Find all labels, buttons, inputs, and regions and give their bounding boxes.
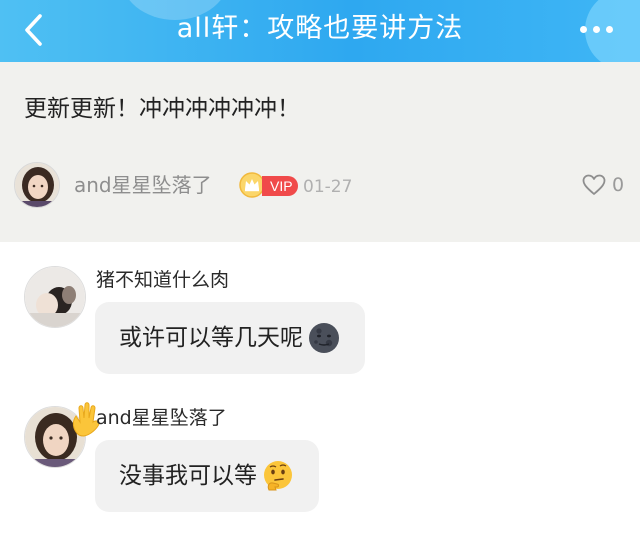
- more-dots-icon: [606, 26, 613, 33]
- avatar-image: [25, 267, 85, 327]
- avatar-image: [15, 163, 59, 207]
- vip-badge: VIP: [262, 176, 298, 196]
- top-nav-bar: all轩：攻略也要讲方法: [0, 0, 640, 62]
- comment-bubble[interactable]: 或许可以等几天呢: [95, 302, 365, 374]
- post-author-name[interactable]: and星星坠落了: [74, 170, 212, 200]
- like-button[interactable]: 0: [582, 171, 624, 199]
- comment-bubble[interactable]: 没事我可以等: [95, 440, 319, 512]
- like-count: 0: [612, 174, 625, 196]
- thinking-face-emoji: [264, 461, 292, 491]
- new-moon-face-emoji: [309, 323, 339, 353]
- avatar[interactable]: [24, 266, 86, 328]
- comment-text: 或许可以等几天呢: [119, 325, 303, 351]
- more-dots-icon: [580, 26, 587, 33]
- avatar[interactable]: [14, 162, 60, 208]
- post-content: 更新更新！冲冲冲冲冲冲！: [24, 96, 300, 122]
- comment-author-name[interactable]: and星星坠落了: [96, 404, 227, 432]
- comment-text: 没事我可以等: [119, 463, 257, 489]
- heart-outline-icon: [582, 174, 606, 195]
- more-dots-icon: [593, 26, 600, 33]
- post-date: 01-27: [303, 177, 353, 197]
- post-card: 更新更新！冲冲冲冲冲冲！ and星星坠落了 VIP 01-27 0: [0, 62, 640, 242]
- more-options-button[interactable]: [574, 14, 620, 44]
- comment-item: and星星坠落了 没事我可以等: [0, 402, 640, 522]
- comment-item: 猪不知道什么肉 或许可以等几天呢: [0, 262, 640, 377]
- comment-author-name[interactable]: 猪不知道什么肉: [96, 266, 229, 294]
- page-title: all轩：攻略也要讲方法: [176, 13, 464, 44]
